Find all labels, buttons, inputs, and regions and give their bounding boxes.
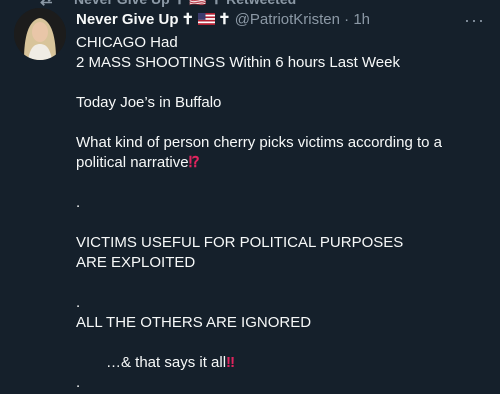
cross-icon: ✝ bbox=[181, 11, 195, 28]
interrobang-icon: ⁉ bbox=[188, 154, 200, 171]
author-handle[interactable]: @PatriotKristen bbox=[235, 11, 340, 28]
us-flag-icon bbox=[198, 13, 216, 25]
separator-dot: · bbox=[344, 11, 350, 28]
avatar[interactable] bbox=[14, 8, 66, 60]
more-icon[interactable]: ··· bbox=[464, 10, 485, 31]
tweet-line-2: 2 MASS SHOOTINGS Within 6 hours Last Wee… bbox=[76, 54, 400, 71]
tweet-line-10: ALL THE OTHERS ARE IGNORED bbox=[76, 314, 312, 331]
double-exclamation-icon: ‼ bbox=[226, 354, 236, 371]
retweet-text[interactable]: Never Give Up ✝ 🇺🇸 ✝ Retweeted bbox=[74, 0, 296, 8]
tweet-line-9: . bbox=[76, 294, 81, 311]
tweet-line-1: CHICAGO Had bbox=[76, 34, 178, 51]
retweet-bar: ⇄ Never Give Up ✝ 🇺🇸 ✝ Retweeted bbox=[0, 0, 500, 9]
tweet-line-11-text: …& that says it all bbox=[106, 354, 227, 371]
tweet-line-4: What kind of person cherry picks victims… bbox=[76, 134, 442, 151]
tweet-line-8: ARE EXPLOITED bbox=[76, 254, 196, 271]
tweet-line-3: Today Joe’s in Buffalo bbox=[76, 94, 222, 111]
tweet-text: CHICAGO Had 2 MASS SHOOTINGS Within 6 ho… bbox=[76, 33, 486, 393]
author-name[interactable]: Never Give Up bbox=[76, 11, 179, 28]
tweet-line-12: . bbox=[76, 374, 81, 391]
tweet-header: Never Give Up ✝ ✝ @PatriotKristen · 1h bbox=[76, 10, 370, 30]
tweet-line-7: VICTIMS USEFUL FOR POLITICAL PURPOSES bbox=[76, 234, 404, 251]
tweet-line-5-text: political narrative bbox=[76, 154, 189, 171]
tweet-line-6: . bbox=[76, 194, 81, 211]
cross-icon-2: ✝ bbox=[218, 11, 231, 28]
tweet-line-11: …& that says it all‼ bbox=[76, 353, 486, 373]
avatar-image bbox=[14, 8, 66, 60]
tweet-line-5: political narrative⁉ bbox=[76, 153, 486, 173]
tweet-time[interactable]: 1h bbox=[353, 11, 370, 28]
